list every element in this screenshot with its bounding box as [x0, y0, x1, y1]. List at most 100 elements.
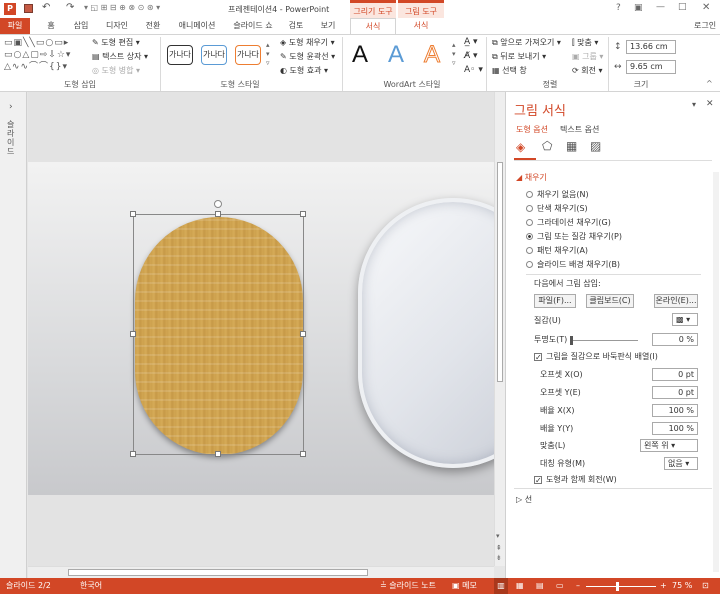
- texture-picker[interactable]: ▩ ▾: [672, 313, 698, 326]
- transparency-slider-thumb[interactable]: [570, 336, 573, 345]
- tab-home[interactable]: 홈: [40, 18, 62, 34]
- file-button[interactable]: 파일(F)...: [534, 294, 576, 308]
- scroll-thumb-vertical[interactable]: [497, 162, 503, 382]
- pane-scrollbar[interactable]: [713, 172, 719, 572]
- tab-drawing-format[interactable]: 서식: [350, 18, 396, 34]
- slideshow-view-icon[interactable]: ▭: [556, 578, 564, 594]
- resize-handle-tl[interactable]: [130, 211, 136, 217]
- prev-slide-icon[interactable]: ⇞: [496, 544, 502, 552]
- scale-y-input[interactable]: 100 %: [652, 422, 698, 435]
- online-button[interactable]: 온라인(E)...: [654, 294, 698, 308]
- alignment-select[interactable]: 왼쪽 위 ▾: [640, 439, 698, 452]
- text-box-button[interactable]: ▤ 텍스트 상자 ▾: [92, 51, 148, 63]
- wordart-style-black[interactable]: A: [352, 41, 368, 69]
- shape-style-2[interactable]: 가나다: [201, 45, 227, 65]
- fill-background-radio[interactable]: 슬라이드 배경 채우기(B): [526, 260, 620, 270]
- slide-sorter-icon[interactable]: ▦: [516, 578, 524, 594]
- vertical-scrollbar[interactable]: ▾ ⇞ ⇟: [494, 92, 505, 566]
- zoom-in-icon[interactable]: +: [660, 578, 667, 594]
- zoom-slider[interactable]: [586, 586, 656, 587]
- picture-icon[interactable]: ▨: [590, 139, 601, 153]
- signin-link[interactable]: 로그인: [694, 20, 716, 31]
- mirror-select[interactable]: 없음 ▾: [664, 457, 698, 470]
- offset-x-input[interactable]: 0 pt: [652, 368, 698, 381]
- rotate-handle[interactable]: [214, 200, 222, 208]
- shape-effects-button[interactable]: ◐ 도형 효과 ▾: [280, 65, 328, 77]
- shape-style-3[interactable]: 가나다: [235, 45, 261, 65]
- fill-solid-radio[interactable]: 단색 채우기(S): [526, 204, 588, 214]
- resize-handle-bl[interactable]: [130, 451, 136, 457]
- reading-view-icon[interactable]: ▤: [536, 578, 544, 594]
- scroll-thumb-horizontal[interactable]: [68, 569, 368, 576]
- customize-qat-icon[interactable]: ▾ ◱ ⊞ ⊟ ⊕ ⊗ ⊙ ⊛ ▾: [84, 3, 160, 12]
- minimize-icon[interactable]: —: [656, 2, 665, 12]
- ribbon-display-icon[interactable]: ▣: [634, 3, 643, 13]
- merge-shapes-button[interactable]: ◎ 도형 병합 ▾: [92, 65, 140, 77]
- language-indicator[interactable]: 한국어: [80, 578, 102, 594]
- redo-icon[interactable]: ↷: [66, 2, 74, 13]
- fill-section-header[interactable]: ◢ 채우기: [516, 172, 547, 183]
- pane-options-icon[interactable]: ▾: [692, 100, 696, 109]
- zoom-level[interactable]: 75 %: [672, 578, 692, 594]
- notes-button[interactable]: ≟ 슬라이드 노트: [380, 578, 436, 594]
- tab-animations[interactable]: 애니메이션: [172, 18, 222, 34]
- fit-to-window-icon[interactable]: ⊡: [702, 578, 709, 594]
- close-icon[interactable]: ✕: [702, 2, 710, 13]
- wordart-style-blue[interactable]: A: [388, 41, 404, 69]
- edit-shape-button[interactable]: ✎ 도형 편집 ▾: [92, 37, 140, 49]
- tab-view[interactable]: 보기: [316, 18, 340, 34]
- selection-frame[interactable]: [133, 214, 304, 455]
- tab-insert[interactable]: 삽입: [68, 18, 94, 34]
- text-outline-icon[interactable]: A̸ ▾: [464, 51, 478, 61]
- text-fill-icon[interactable]: A̲ ▾: [464, 37, 478, 47]
- undo-icon[interactable]: ↶: [42, 2, 50, 13]
- pane-close-icon[interactable]: ✕: [706, 99, 714, 109]
- shape-style-1[interactable]: 가나다: [167, 45, 193, 65]
- expand-thumbnails-icon[interactable]: ›: [9, 102, 13, 112]
- resize-handle-bm[interactable]: [215, 451, 221, 457]
- transparency-input[interactable]: 0 %: [652, 333, 698, 346]
- scroll-down-icon[interactable]: ▾: [496, 532, 500, 540]
- width-input[interactable]: 9.65 cm: [626, 60, 676, 74]
- resize-handle-br[interactable]: [300, 451, 306, 457]
- comments-button[interactable]: ▣ 메모: [452, 578, 477, 594]
- fill-pattern-radio[interactable]: 패턴 채우기(A): [526, 246, 588, 256]
- help-icon[interactable]: ?: [616, 3, 621, 13]
- shape-fill-button[interactable]: ◈ 도형 채우기 ▾: [280, 37, 335, 49]
- resize-handle-tr[interactable]: [300, 211, 306, 217]
- height-input[interactable]: 13.66 cm: [626, 40, 676, 54]
- shapes-gallery[interactable]: ▭▣╲╲▭○▭▸ ▭○△▢⇨⇩☆▾ △∿∿⌒⌒{}▾: [4, 37, 84, 75]
- line-section-header[interactable]: ▷ 선: [516, 494, 532, 506]
- resize-handle-mr[interactable]: [300, 331, 306, 337]
- tab-shape-options[interactable]: 도형 옵션: [516, 124, 548, 135]
- scale-x-input[interactable]: 100 %: [652, 404, 698, 417]
- tab-picture-format[interactable]: 서식: [398, 18, 444, 34]
- zoom-slider-thumb[interactable]: [616, 582, 619, 591]
- fill-none-radio[interactable]: 채우기 없음(N): [526, 190, 589, 200]
- resize-handle-tm[interactable]: [215, 211, 221, 217]
- effects-pentagon-icon[interactable]: ⬠: [542, 139, 552, 153]
- thumbnail-strip-collapsed[interactable]: › 슬라이드: [0, 92, 27, 578]
- fill-picture-radio[interactable]: 그림 또는 질감 채우기(P): [526, 232, 622, 242]
- rotate-button[interactable]: ⟳ 회전 ▾: [572, 65, 603, 77]
- tab-transitions[interactable]: 전환: [140, 18, 166, 34]
- normal-view-icon[interactable]: ▥: [494, 578, 508, 594]
- slide-canvas[interactable]: [28, 162, 494, 495]
- shape-styles-scroll[interactable]: ▴ ▾ ▿: [266, 41, 270, 68]
- tab-design[interactable]: 디자인: [100, 18, 134, 34]
- offset-y-input[interactable]: 0 pt: [652, 386, 698, 399]
- transparency-slider[interactable]: [570, 340, 638, 341]
- bring-forward-button[interactable]: ⧉ 앞으로 가져오기 ▾: [492, 37, 561, 49]
- wordart-scroll[interactable]: ▴ ▾ ▿: [452, 41, 456, 68]
- tab-file[interactable]: 파일: [0, 18, 30, 34]
- group-button[interactable]: ▣ 그룹 ▾: [572, 51, 603, 63]
- fill-line-icon[interactable]: ◈: [516, 140, 525, 154]
- shape-outline-button[interactable]: ✎ 도형 윤곽선 ▾: [280, 51, 335, 63]
- align-button[interactable]: ⫿ 맞춤 ▾: [572, 37, 598, 49]
- collapse-ribbon-icon[interactable]: ^: [706, 79, 713, 88]
- clipboard-button[interactable]: 클립보드(C): [586, 294, 634, 308]
- rotate-with-shape-checkbox[interactable]: ✓ 도형과 함께 회전(W): [534, 474, 617, 486]
- next-slide-icon[interactable]: ⇟: [496, 554, 502, 562]
- tile-checkbox[interactable]: ✓ 그림을 질감으로 바둑판식 배열(I): [534, 351, 658, 363]
- size-properties-icon[interactable]: ▦: [566, 139, 577, 153]
